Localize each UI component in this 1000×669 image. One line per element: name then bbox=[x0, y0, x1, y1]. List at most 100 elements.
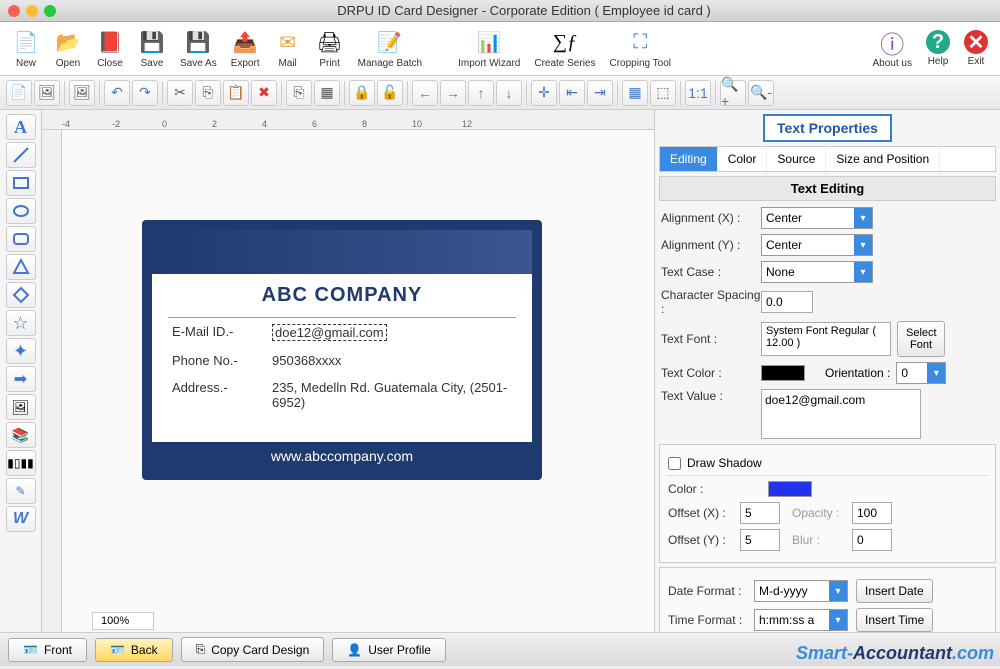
user-profile-button[interactable]: 👤User Profile bbox=[332, 638, 446, 662]
opacity-input[interactable] bbox=[852, 502, 892, 524]
timeformat-select[interactable]: h:mm:ss a bbox=[754, 609, 848, 631]
card-header bbox=[152, 230, 532, 274]
new-button[interactable]: 📄New bbox=[6, 26, 46, 71]
create-series-button[interactable]: ∑ƒCreate Series bbox=[528, 26, 601, 71]
tab-color[interactable]: Color bbox=[718, 147, 768, 171]
image-icon[interactable]: 🖼 bbox=[34, 80, 60, 106]
signature-tool[interactable]: ✎ bbox=[6, 478, 36, 504]
star-tool[interactable]: ☆ bbox=[6, 310, 36, 336]
manage-batch-button[interactable]: 📝Manage Batch bbox=[352, 26, 429, 71]
export-button[interactable]: 📤Export bbox=[225, 26, 266, 71]
diamond-tool[interactable] bbox=[6, 282, 36, 308]
copy-design-button[interactable]: ⎘Copy Card Design bbox=[181, 637, 325, 662]
actual-size-icon[interactable]: 1:1 bbox=[685, 80, 711, 106]
email-value[interactable]: doe12@gmail.com bbox=[272, 324, 387, 341]
barcode-tool[interactable]: ▮▯▮▮ bbox=[6, 450, 36, 476]
case-select[interactable]: None bbox=[761, 261, 873, 283]
tab-source[interactable]: Source bbox=[767, 147, 826, 171]
left-arrow-icon[interactable]: ← bbox=[412, 80, 438, 106]
phone-value[interactable]: 950368xxxx bbox=[272, 353, 512, 368]
close-window[interactable] bbox=[8, 5, 20, 17]
wordart-tool[interactable]: W bbox=[6, 506, 36, 532]
aligny-select[interactable]: Center bbox=[761, 234, 873, 256]
arrow-tool[interactable]: ➡ bbox=[6, 366, 36, 392]
redo-icon[interactable]: ↷ bbox=[132, 80, 158, 106]
line-tool[interactable] bbox=[6, 142, 36, 168]
align-right-icon[interactable]: ⇥ bbox=[587, 80, 613, 106]
canvas-area: -4-2024681012 ABC COMPANY E-Mail ID.- do… bbox=[42, 110, 655, 632]
library-tool[interactable]: 📚 bbox=[6, 422, 36, 448]
maximize-window[interactable] bbox=[44, 5, 56, 17]
zoom-in-icon[interactable]: 🔍+ bbox=[720, 80, 746, 106]
blur-input[interactable] bbox=[852, 529, 892, 551]
align-left-icon[interactable]: ⇤ bbox=[559, 80, 585, 106]
dateformat-select[interactable]: M-d-yyyy bbox=[754, 580, 848, 602]
select-all-icon[interactable]: ⬚ bbox=[650, 80, 676, 106]
spacing-input[interactable] bbox=[761, 291, 813, 313]
duplicate-icon[interactable]: ⎘ bbox=[286, 80, 312, 106]
id-card[interactable]: ABC COMPANY E-Mail ID.- doe12@gmail.com … bbox=[142, 220, 542, 480]
timeformat-label: Time Format : bbox=[668, 613, 754, 627]
select-font-button[interactable]: Select Font bbox=[897, 321, 945, 357]
alignx-select[interactable]: Center bbox=[761, 207, 873, 229]
paste-icon[interactable]: 📋 bbox=[223, 80, 249, 106]
layers-icon[interactable]: ▦ bbox=[314, 80, 340, 106]
save-button[interactable]: 💾Save bbox=[132, 26, 172, 71]
down-arrow-icon[interactable]: ↓ bbox=[496, 80, 522, 106]
image-tool[interactable]: 🖼 bbox=[6, 394, 36, 420]
offx-input[interactable] bbox=[740, 502, 780, 524]
company-name[interactable]: ABC COMPANY bbox=[152, 274, 532, 317]
import-wizard-button[interactable]: 📊Import Wizard bbox=[452, 26, 526, 71]
tab-editing[interactable]: Editing bbox=[660, 147, 718, 171]
phone-label[interactable]: Phone No.- bbox=[172, 353, 272, 368]
textcolor-label: Text Color : bbox=[661, 366, 761, 380]
insert-time-button[interactable]: Insert Time bbox=[856, 608, 933, 632]
saveas-button[interactable]: 💾Save As bbox=[174, 26, 223, 71]
open-button[interactable]: 📂Open bbox=[48, 26, 88, 71]
scolor-swatch[interactable] bbox=[768, 481, 812, 497]
zoom-level[interactable]: 100% bbox=[92, 612, 154, 630]
close-button[interactable]: 📕Close bbox=[90, 26, 130, 71]
up-arrow-icon[interactable]: ↑ bbox=[468, 80, 494, 106]
about-button[interactable]: ⓘAbout us bbox=[867, 26, 918, 71]
undo-icon[interactable]: ↶ bbox=[104, 80, 130, 106]
grid-icon[interactable]: ▦ bbox=[622, 80, 648, 106]
minimize-window[interactable] bbox=[26, 5, 38, 17]
cut-icon[interactable]: ✂ bbox=[167, 80, 193, 106]
address-label[interactable]: Address.- bbox=[172, 380, 272, 410]
insert-date-button[interactable]: Insert Date bbox=[856, 579, 933, 603]
unlock-icon[interactable]: 🔓 bbox=[377, 80, 403, 106]
mail-button[interactable]: ✉Mail bbox=[268, 26, 308, 71]
email-label[interactable]: E-Mail ID.- bbox=[172, 324, 272, 341]
triangle-tool[interactable] bbox=[6, 254, 36, 280]
back-side-button[interactable]: 🪪Back bbox=[95, 638, 173, 662]
zoom-out-icon[interactable]: 🔍- bbox=[748, 80, 774, 106]
rect-tool[interactable] bbox=[6, 170, 36, 196]
lock-icon[interactable]: 🔒 bbox=[349, 80, 375, 106]
textvalue-input[interactable]: doe12@gmail.com bbox=[761, 389, 921, 439]
orientation-select[interactable]: 0 bbox=[896, 362, 946, 384]
front-side-button[interactable]: 🪪Front bbox=[8, 638, 87, 662]
burst-tool[interactable]: ✦ bbox=[6, 338, 36, 364]
new-doc-icon[interactable]: 📄 bbox=[6, 80, 32, 106]
cropping-tool-button[interactable]: ⛶Cropping Tool bbox=[603, 26, 677, 71]
font-display: System Font Regular ( 12.00 ) bbox=[761, 322, 891, 356]
roundrect-tool[interactable] bbox=[6, 226, 36, 252]
exit-button[interactable]: ✕Exit bbox=[958, 28, 994, 69]
print-button[interactable]: 🖨Print bbox=[310, 26, 350, 71]
delete-icon[interactable]: ✖ bbox=[251, 80, 277, 106]
copy-icon[interactable]: ⎘ bbox=[195, 80, 221, 106]
help-button[interactable]: ?Help bbox=[920, 28, 956, 69]
template-icon[interactable]: 🖼 bbox=[69, 80, 95, 106]
ellipse-tool[interactable] bbox=[6, 198, 36, 224]
align-center-icon[interactable]: ✛ bbox=[531, 80, 557, 106]
design-canvas[interactable]: ABC COMPANY E-Mail ID.- doe12@gmail.com … bbox=[62, 130, 654, 632]
card-footer[interactable]: www.abccompany.com bbox=[152, 442, 532, 470]
right-arrow-icon[interactable]: → bbox=[440, 80, 466, 106]
offy-input[interactable] bbox=[740, 529, 780, 551]
text-tool[interactable]: A bbox=[6, 114, 36, 140]
address-value[interactable]: 235, Medelln Rd. Guatemala City, (2501-6… bbox=[272, 380, 512, 410]
tab-size[interactable]: Size and Position bbox=[826, 147, 940, 171]
shadow-checkbox[interactable] bbox=[668, 457, 681, 470]
textcolor-swatch[interactable] bbox=[761, 365, 805, 381]
